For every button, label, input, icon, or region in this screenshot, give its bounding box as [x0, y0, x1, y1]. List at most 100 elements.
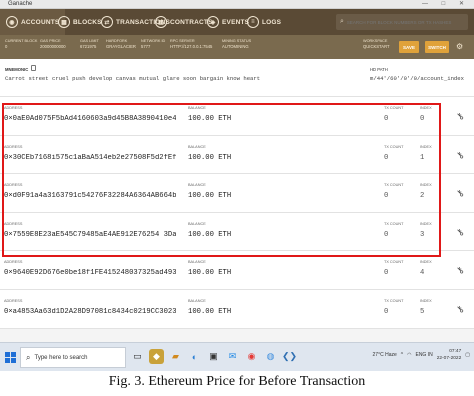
key-icon[interactable]: ⚷ — [454, 149, 466, 161]
stat-current-block-value: 0 — [5, 44, 8, 49]
account-index: 1 — [420, 153, 425, 162]
address-label: ADDRESS — [4, 106, 23, 110]
index-label: INDEX — [420, 144, 432, 149]
balance-label: BALANCE — [188, 221, 206, 226]
system-tray: 27°C Haze ^ ◠ ENG IN 07:47 22-07-2022 ▢ — [373, 348, 470, 362]
store-icon[interactable]: ▣ — [206, 349, 221, 364]
key-icon[interactable]: ⚷ — [454, 187, 466, 199]
mnemonic-panel: MNEMONIC Carrot street cruel push develo… — [0, 59, 474, 97]
address-label: ADDRESS — [4, 183, 23, 188]
language-indicator[interactable]: ENG IN — [415, 352, 432, 358]
balance-label: BALANCE — [188, 260, 206, 265]
account-balance: 100.00 ETH — [188, 192, 232, 201]
account-tx-count: 0 — [384, 230, 389, 239]
windows-taskbar: ⌕ Type here to search ▭ ◆ ▰ ◐ ▣ ✉ ◉ ◍ ❮❯… — [0, 342, 474, 371]
chevron-up-icon[interactable]: ^ — [401, 352, 403, 358]
stat-current-block: CURRENT BLOCK 0 — [5, 39, 37, 49]
app-screen: Ganache — □ ✕ ◉ ACCOUNTS ▦ BLOCKS ⇄ TRAN… — [0, 0, 474, 371]
stat-gas-limit-value: 6721975 — [80, 44, 97, 49]
switch-button[interactable]: SWITCH — [425, 41, 449, 53]
weather-text[interactable]: 27°C Haze — [373, 352, 397, 358]
nav-blocks[interactable]: ▦ BLOCKS — [58, 9, 102, 35]
account-address: 0×a4853Aa63d1D2A28D97081c8434c0219CC3023 — [4, 307, 176, 316]
key-icon[interactable]: ⚷ — [454, 265, 466, 277]
stat-workspace-value: QUICKSTART — [363, 44, 390, 49]
file-explorer-icon[interactable]: ▰ — [168, 349, 183, 364]
account-row[interactable]: ADDRESS BALANCE TX COUNT INDEX 0×a4853Aa… — [0, 289, 474, 329]
window-title: Ganache — [8, 1, 33, 7]
nav-events-label: EVENTS — [222, 18, 250, 26]
address-label: ADDRESS — [4, 260, 23, 265]
vscode-icon[interactable]: ❮❯ — [282, 349, 297, 364]
search-icon: ⌕ — [340, 18, 344, 25]
mail-icon[interactable]: ✉ — [225, 349, 240, 364]
account-row[interactable]: ADDRESS BALANCE TX COUNT INDEX 0×30CEb71… — [0, 135, 474, 175]
account-row[interactable]: ADDRESS BALANCE TX COUNT INDEX 0×7559E8E… — [0, 212, 474, 252]
stat-mining-status-value: AUTOMINING — [222, 44, 249, 49]
key-icon[interactable]: ⚷ — [454, 110, 466, 122]
account-row[interactable]: ADDRESS BALANCE TX COUNT INDEX 0×9640E92… — [0, 251, 474, 290]
account-tx-count: 0 — [384, 192, 389, 201]
index-label: INDEX — [420, 298, 432, 303]
tx-count-label: TX COUNT — [384, 221, 404, 226]
ganache-app-icon[interactable]: ◆ — [149, 349, 164, 364]
stat-rpc-server: RPC SERVER HTTP://127.0.0.1:7545 — [170, 39, 212, 49]
nav-contracts[interactable]: ▤ CONTRACTS — [155, 9, 213, 35]
task-view-icon[interactable]: ▭ — [130, 349, 145, 364]
hd-path-label: HD PATH — [370, 67, 388, 72]
save-button[interactable]: SAVE — [399, 41, 419, 53]
stat-gas-price-value: 20000000000 — [40, 44, 66, 49]
account-index: 5 — [420, 307, 425, 316]
window-titlebar: Ganache — □ ✕ — [0, 0, 474, 9]
search-bar[interactable]: ⌕ — [336, 14, 468, 30]
hd-path-value: m/44'/60'/0'/0/account_index — [370, 75, 464, 82]
account-tx-count: 0 — [384, 115, 389, 123]
nav-accounts[interactable]: ◉ ACCOUNTS — [0, 9, 66, 35]
stat-hardfork-value: GRAYGLACIER — [106, 44, 136, 49]
mnemonic-visibility-icon[interactable] — [31, 65, 36, 71]
key-icon[interactable]: ⚷ — [454, 303, 466, 315]
stat-workspace: WORKSPACE QUICKSTART — [363, 39, 390, 49]
tx-count-label: TX COUNT — [384, 183, 404, 188]
mnemonic-label: MNEMONIC — [5, 67, 29, 72]
account-tx-count: 0 — [384, 307, 389, 316]
windows-start-icon[interactable] — [5, 352, 16, 363]
logs-icon: ≡ — [247, 16, 259, 28]
account-balance: 100.00 ETH — [188, 230, 232, 239]
key-icon[interactable]: ⚷ — [454, 226, 466, 238]
address-label: ADDRESS — [4, 221, 23, 226]
notification-icon[interactable]: ▢ — [465, 352, 470, 358]
events-icon: ◈ — [207, 16, 219, 28]
account-row[interactable]: ADDRESS BALANCE TX COUNT INDEX 0×0aE0Ad0… — [0, 97, 474, 136]
stat-current-block-label: CURRENT BLOCK — [5, 39, 38, 43]
stat-gas-limit: GAS LIMIT 6721975 — [80, 39, 99, 49]
account-address: 0×0aE0Ad075F5bAd4160603a9d45B8A3890410e4… — [4, 115, 176, 123]
search-icon: ⌕ — [26, 352, 31, 362]
clock[interactable]: 07:47 22-07-2022 — [437, 348, 462, 362]
wifi-icon[interactable]: ◠ — [407, 352, 411, 358]
nav-blocks-label: BLOCKS — [73, 18, 102, 26]
tx-count-label: TX COUNT — [384, 106, 404, 110]
edge-browser-icon[interactable]: ◐ — [187, 349, 202, 364]
account-address: 0×d0F91a4a3163791c54276F32284A6364AB664b… — [4, 192, 176, 201]
account-row[interactable]: ADDRESS BALANCE TX COUNT INDEX 0×d0F91a4… — [0, 174, 474, 213]
nav-accounts-label: ACCOUNTS — [21, 18, 60, 26]
taskbar-apps: ▭ ◆ ▰ ◐ ▣ ✉ ◉ ◍ ❮❯ — [130, 349, 297, 364]
app-icon[interactable]: ◍ — [263, 349, 278, 364]
account-balance: 100.00 ETH — [188, 307, 232, 316]
mnemonic-words: Carrot street cruel push develop canvas … — [5, 75, 261, 82]
window-controls[interactable]: — □ ✕ — [422, 0, 470, 9]
address-label: ADDRESS — [4, 144, 23, 149]
search-input[interactable] — [346, 19, 465, 25]
nav-events[interactable]: ◈ EVENTS — [207, 9, 249, 35]
account-balance: 100.00 ETH — [188, 153, 232, 162]
balance-label: BALANCE — [188, 183, 206, 188]
stat-hardfork: HARDFORK GRAYGLACIER — [106, 39, 136, 49]
nav-logs[interactable]: ≡ LOGS — [247, 9, 281, 35]
gear-icon[interactable]: ⚙ — [456, 43, 463, 51]
account-balance: 100.00 ETH — [188, 269, 232, 278]
account-address: 0×30CEb7168i575c1aBaA514eb2e27508F5d2fEf… — [4, 153, 176, 162]
chrome-icon[interactable]: ◉ — [244, 349, 259, 364]
taskbar-search[interactable]: ⌕ Type here to search — [20, 347, 126, 368]
status-bar: CURRENT BLOCK 0 GAS PRICE 20000000000 GA… — [0, 35, 474, 59]
